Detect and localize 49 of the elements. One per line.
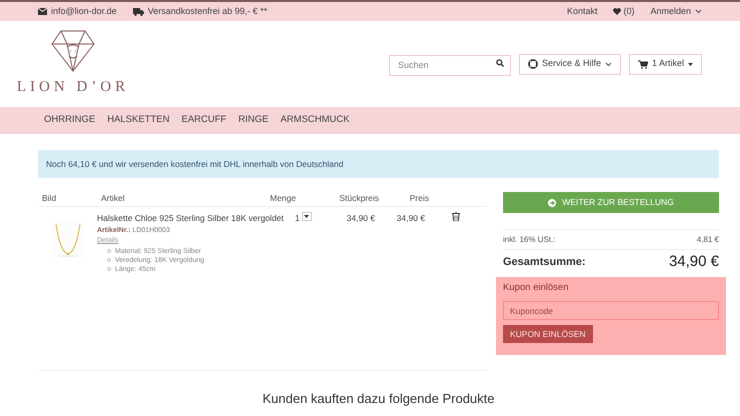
bullet-icon <box>107 267 111 272</box>
trash-icon[interactable] <box>452 212 460 221</box>
nav-link[interactable]: EARCUFF <box>182 113 226 128</box>
arrow-circle-icon <box>548 198 556 206</box>
total-value: 34,90 € <box>668 252 719 272</box>
line-price: 34,90 € <box>396 212 425 225</box>
truck-icon <box>132 8 144 16</box>
bullet-icon <box>107 258 111 262</box>
chevron-down-icon <box>695 9 702 14</box>
quantity-dropdown[interactable] <box>302 212 312 221</box>
nav-link[interactable]: HALSKETTEN <box>107 113 170 128</box>
tax-value: 4,81 € <box>696 234 719 246</box>
product-name[interactable]: Halskette Chloe 925 Sterling Silber 18K vergoldet <box>97 212 285 225</box>
coupon-title: Kupon einlösen <box>503 281 570 295</box>
nav-link[interactable]: OHRRINGE <box>44 113 96 128</box>
column-header: Bild <box>41 192 58 204</box>
recommendations-heading: Kunden kauften dazu folgende Produkte <box>261 390 496 408</box>
column-header: Preis <box>408 192 429 204</box>
quantity-value: 1 <box>295 212 300 225</box>
unit-price: 34,90 € <box>346 212 375 225</box>
column-header: Menge <box>269 192 297 204</box>
cart-button[interactable]: 1 Artikel <box>628 54 702 74</box>
shipping-info: Versandkostenfrei ab 99,- € ** <box>148 4 268 18</box>
cart-icon <box>638 60 648 68</box>
column-header: Stückpreis <box>338 192 379 204</box>
search-field[interactable]: Suchen <box>388 54 511 76</box>
logo-text: LION D’OR <box>16 78 130 97</box>
total-label: Gesamtsumme: <box>503 255 586 270</box>
coupon-field[interactable]: Kuponcode <box>503 301 719 320</box>
contact-link[interactable]: Kontakt <box>566 4 598 18</box>
bullet-icon <box>107 249 111 254</box>
lion-logo-icon <box>51 30 95 72</box>
email-link[interactable]: info@lion-dor.de <box>51 4 117 18</box>
lifebuoy-icon <box>528 59 538 69</box>
nav-link[interactable]: RINGE <box>238 113 268 128</box>
shipping-notice: Noch 64,10 € und wir versenden kostenfrei mit DHL innerhalb von Deutschland <box>38 150 719 178</box>
column-header: Artikel <box>100 192 126 204</box>
chevron-down-icon <box>604 62 612 66</box>
tax-label: inkl. 16% USt.: <box>503 234 556 246</box>
envelope-icon <box>38 8 47 15</box>
caret-icon <box>304 215 310 218</box>
login-link[interactable]: Anmelden <box>650 4 702 18</box>
caret-icon <box>688 62 693 66</box>
service-button[interactable]: Service & Hilfe <box>518 54 621 74</box>
search-icon[interactable] <box>496 59 504 67</box>
redeem-coupon-button[interactable]: KUPON EINLÖSEN <box>503 325 593 344</box>
nav-link[interactable]: ARMSCHMUCK <box>280 113 350 128</box>
heart-icon <box>613 8 622 15</box>
wishlist-link[interactable]: (0) <box>613 4 634 18</box>
